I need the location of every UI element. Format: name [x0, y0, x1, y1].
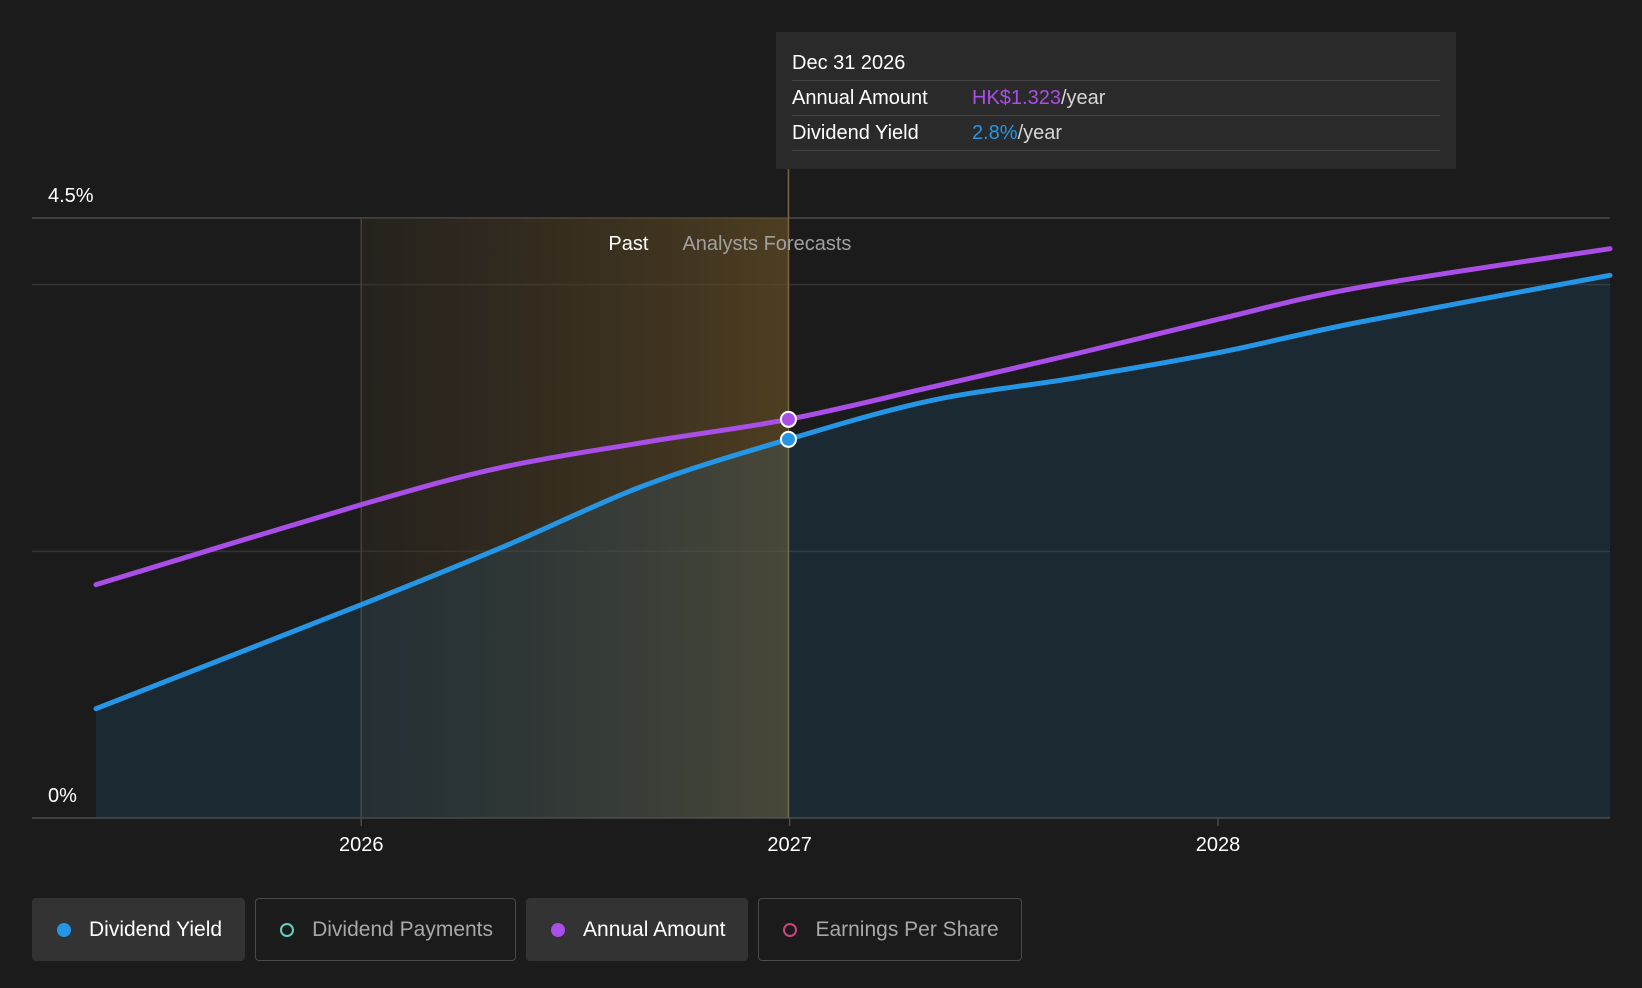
chart-tooltip: Dec 31 2026 Annual Amount HK$1.323/year D… — [776, 32, 1456, 169]
tooltip-label-dividend-yield: Dividend Yield — [792, 122, 919, 144]
annual-amount-hover-point — [779, 410, 797, 428]
y-tick-label-top: 4.5% — [48, 185, 94, 207]
legend-annual-amount-button[interactable]: Annual Amount — [526, 898, 749, 961]
past-region-label: Past — [608, 233, 648, 255]
legend-annual-amount-label: Annual Amount — [583, 917, 726, 941]
legend-earnings-per-share-label: Earnings Per Share — [815, 917, 999, 941]
tooltip-value-dividend-yield: 2.8% — [972, 122, 1018, 144]
dividend-yield-area — [96, 275, 1610, 818]
legend-dividend-payments-dot-icon — [280, 922, 295, 937]
y-tick-label-bottom: 0% — [48, 785, 77, 807]
legend-dividend-yield-button[interactable]: Dividend Yield — [32, 898, 246, 961]
chart-legend: Dividend Yield Dividend Payments Annual … — [32, 898, 1022, 961]
legend-dividend-payments-button[interactable]: Dividend Payments — [255, 898, 517, 961]
tooltip-row-annual-amount: Annual Amount HK$1.323/year — [792, 81, 1440, 116]
tooltip-unit-dividend-yield: /year — [1017, 122, 1063, 144]
x-tick-label-2027: 2027 — [767, 834, 812, 856]
tooltip-label-annual-amount: Annual Amount — [792, 87, 928, 109]
tooltip-value-annual-amount: HK$1.323 — [972, 87, 1061, 109]
legend-dividend-yield-label: Dividend Yield — [89, 917, 223, 941]
x-tick-label-2028: 2028 — [1196, 834, 1241, 856]
dividend-yield-hover-point — [779, 430, 797, 448]
legend-annual-amount-dot-icon — [551, 922, 566, 937]
tooltip-unit-annual-amount: /year — [1060, 87, 1106, 109]
tooltip-row-dividend-yield: Dividend Yield 2.8%/year — [792, 116, 1440, 151]
tooltip-date: Dec 31 2026 — [792, 46, 1440, 81]
legend-dividend-payments-label: Dividend Payments — [312, 917, 494, 941]
forecast-region-label: Analysts Forecasts — [682, 233, 851, 255]
legend-dividend-yield-dot-icon — [57, 922, 71, 937]
x-tick-label-2026: 2026 — [339, 834, 384, 856]
legend-earnings-per-share-dot-icon — [783, 922, 798, 937]
legend-earnings-per-share-button[interactable]: Earnings Per Share — [758, 898, 1022, 961]
